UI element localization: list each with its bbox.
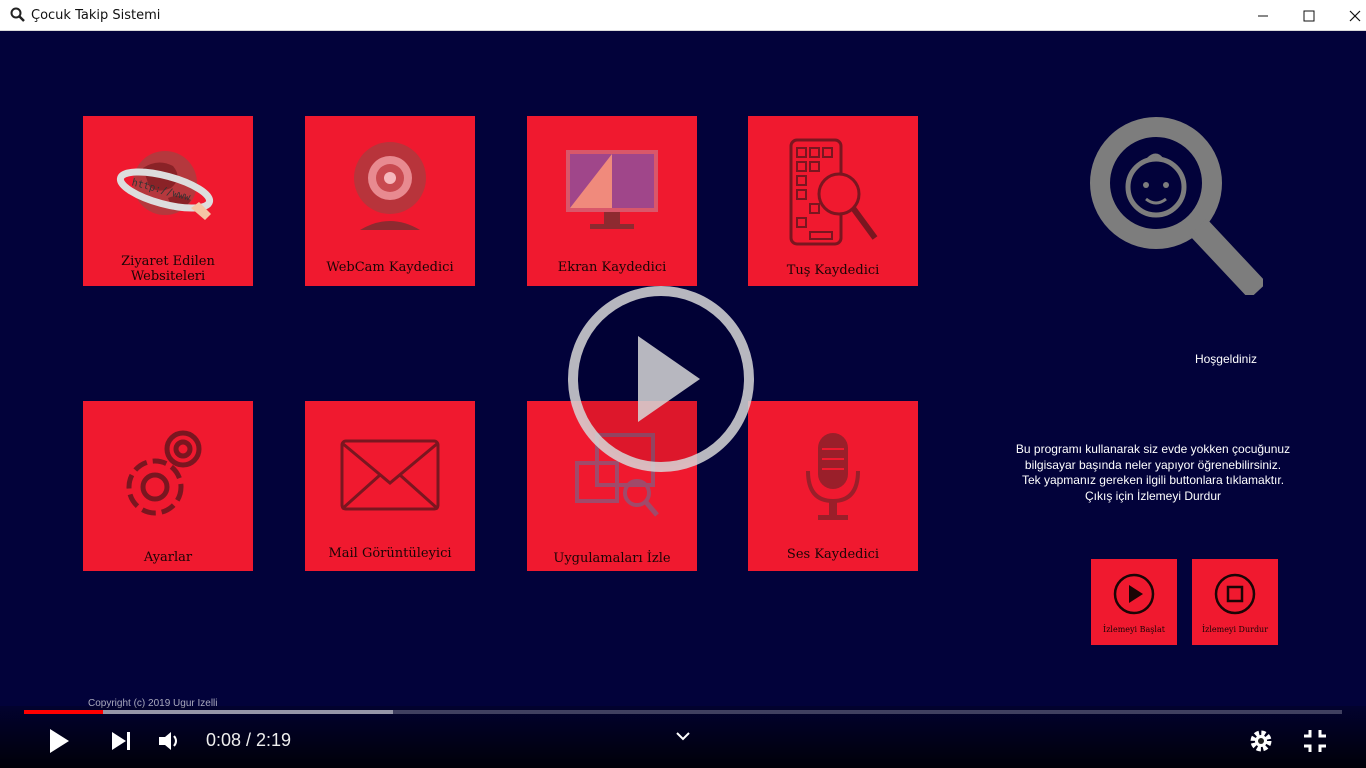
play-button[interactable] [44, 726, 74, 756]
tile-mail-viewer[interactable]: Mail Görüntüleyici [305, 401, 475, 571]
webcam-icon [305, 138, 475, 248]
time-display: 0:08 / 2:19 [206, 730, 291, 751]
exit-fullscreen-button[interactable] [1300, 726, 1330, 756]
info-text: Bu programı kullanarak siz evde yokken ç… [1000, 442, 1306, 504]
info-line: Tek yapmanız gereken ilgili buttonlara t… [1021, 473, 1285, 487]
tile-label: Tuş Kaydedici [786, 263, 880, 278]
start-monitoring-label: İzlemeyi Başlat [1103, 625, 1165, 634]
search-app-icon [10, 7, 26, 23]
progress-bar[interactable] [24, 710, 1342, 714]
tile-label: Ses Kaydedici [786, 547, 880, 562]
volume-icon [159, 732, 177, 750]
welcome-text: Hoşgeldiniz [1194, 352, 1258, 366]
title-bar: Çocuk Takip Sistemi [0, 0, 1366, 31]
settings-button[interactable] [1246, 726, 1276, 756]
video-play-overlay-icon[interactable] [566, 284, 756, 474]
tile-visited-websites[interactable]: http://www Ziyaret Edilen Websiteleri [83, 116, 253, 286]
tile-label: WebCam Kaydedici [326, 260, 454, 275]
minimize-button[interactable] [1240, 0, 1286, 31]
tile-label: Mail Görüntüleyici [328, 546, 452, 561]
info-line: Bu programı kullanarak siz evde yokken ç… [1015, 442, 1291, 456]
play-icon [50, 729, 69, 753]
video-player-controls: 0:08 / 2:19 [0, 706, 1366, 768]
stop-monitoring-label: İzlemeyi Durdur [1201, 625, 1269, 634]
progress-played [24, 710, 104, 714]
gears-icon [83, 419, 253, 529]
window-title: Çocuk Takip Sistemi [31, 8, 161, 23]
volume-button[interactable] [155, 726, 185, 756]
keyboard-search-icon [748, 138, 918, 248]
next-button[interactable] [106, 726, 136, 756]
stop-monitoring-button[interactable]: İzlemeyi Durdur [1192, 559, 1278, 645]
tile-label: Ekran Kaydedici [557, 260, 667, 275]
close-button[interactable] [1332, 0, 1366, 31]
envelope-icon [305, 439, 475, 549]
chevron-down-button[interactable] [670, 726, 696, 746]
start-monitoring-button[interactable]: İzlemeyi Başlat [1091, 559, 1177, 645]
child-search-logo-icon [1088, 115, 1267, 300]
stop-circle-icon [1214, 573, 1256, 615]
tile-audio-recorder[interactable]: Ses Kaydedici [748, 401, 918, 571]
skip-next-icon [112, 732, 130, 750]
gear-icon [1250, 730, 1272, 752]
tile-key-logger[interactable]: Tuş Kaydedici [748, 116, 918, 286]
play-circle-icon [1113, 573, 1155, 615]
globe-www-icon: http://www [83, 138, 253, 248]
tile-label: Ziyaret Edilen Websiteleri [121, 254, 215, 284]
maximize-button[interactable] [1286, 0, 1332, 31]
tile-label: Uygulamaları İzle [553, 551, 671, 566]
microphone-icon [748, 431, 918, 541]
chevron-down-icon [676, 732, 690, 741]
info-line: Çıkış için İzlemeyi Durdur [1084, 488, 1222, 503]
exit-fullscreen-icon [1304, 730, 1326, 752]
tile-label: Ayarlar [143, 550, 193, 565]
monitor-icon [527, 148, 697, 258]
info-line: bilgisayar başında neler yapıyor öğreneb… [1024, 457, 1282, 472]
tile-settings[interactable]: Ayarlar [83, 401, 253, 571]
tile-webcam-recorder[interactable]: WebCam Kaydedici [305, 116, 475, 286]
time-text: 0:08 / 2:19 [206, 730, 292, 750]
tile-screen-recorder[interactable]: Ekran Kaydedici [527, 116, 697, 286]
